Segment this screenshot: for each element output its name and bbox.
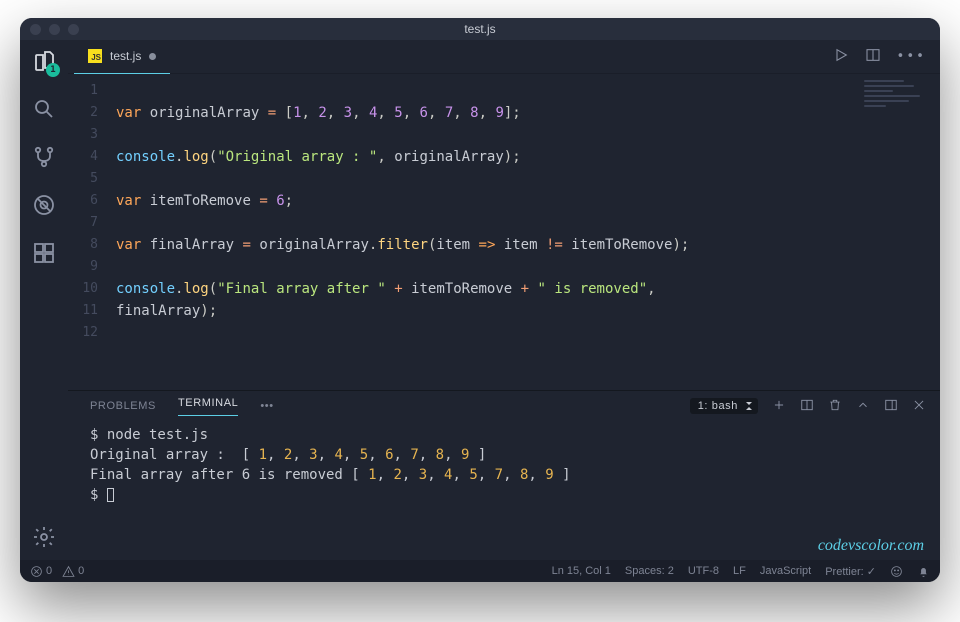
status-prettier[interactable]: Prettier: ✓ (825, 565, 876, 578)
activity-bar: 1 (20, 40, 68, 560)
panel-maximize-icon[interactable] (884, 398, 898, 415)
status-cursor-pos[interactable]: Ln 15, Col 1 (552, 565, 611, 577)
panel-tab-problems[interactable]: PROBLEMS (90, 400, 156, 412)
watermark: codevscolor.com (818, 536, 924, 556)
workbench: 1 JS test.js (20, 40, 940, 560)
more-actions-icon[interactable]: ••• (897, 49, 926, 64)
editor-group: JS test.js ••• 123456789101112 var origi… (68, 40, 940, 560)
panel-up-icon[interactable] (856, 398, 870, 415)
code-editor[interactable]: 123456789101112 var originalArray = [1, … (68, 74, 940, 390)
panel-tab-terminal[interactable]: TERMINAL (178, 397, 238, 416)
window-title: test.js (20, 22, 940, 36)
status-bar: 0 0 Ln 15, Col 1 Spaces: 2 UTF-8 LF Java… (20, 560, 940, 582)
js-file-icon: JS (88, 49, 102, 63)
status-feedback-icon[interactable] (890, 565, 903, 578)
status-errors[interactable]: 0 (30, 565, 52, 578)
split-terminal-icon[interactable] (800, 398, 814, 415)
status-bell-icon[interactable] (917, 565, 930, 578)
scm-icon[interactable] (31, 144, 57, 170)
panel-tab-more[interactable]: ••• (260, 400, 273, 412)
debug-icon[interactable] (31, 192, 57, 218)
new-terminal-icon[interactable] (772, 398, 786, 415)
run-icon[interactable] (833, 47, 849, 67)
status-spaces[interactable]: Spaces: 2 (625, 565, 674, 577)
tab-test-js[interactable]: JS test.js (74, 40, 170, 74)
status-warnings[interactable]: 0 (62, 565, 84, 578)
titlebar: test.js (20, 18, 940, 40)
search-icon[interactable] (31, 96, 57, 122)
terminal-select[interactable]: 1: bash (690, 398, 758, 414)
dirty-indicator (149, 53, 156, 60)
status-language[interactable]: JavaScript (760, 565, 811, 577)
editor-window: test.js 1 (20, 18, 940, 582)
status-eol[interactable]: LF (733, 565, 746, 577)
terminal-output[interactable]: $ node test.js Original array : [ 1, 2, … (68, 421, 940, 560)
minimap[interactable] (860, 74, 940, 390)
tab-label: test.js (110, 49, 141, 63)
code-content[interactable]: var originalArray = [1, 2, 3, 4, 5, 6, 7… (116, 74, 860, 390)
status-encoding[interactable]: UTF-8 (688, 565, 719, 577)
explorer-icon[interactable]: 1 (31, 48, 57, 74)
tab-bar: JS test.js ••• (68, 40, 940, 74)
extensions-icon[interactable] (31, 240, 57, 266)
split-editor-icon[interactable] (865, 47, 881, 67)
explorer-badge: 1 (46, 63, 60, 77)
settings-gear-icon[interactable] (31, 524, 57, 550)
panel-tab-bar: PROBLEMS TERMINAL ••• 1: bash (68, 391, 940, 421)
panel-close-icon[interactable] (912, 398, 926, 415)
bottom-panel: PROBLEMS TERMINAL ••• 1: bash $ node tes… (68, 390, 940, 560)
line-number-gutter: 123456789101112 (68, 74, 116, 390)
kill-terminal-icon[interactable] (828, 398, 842, 415)
